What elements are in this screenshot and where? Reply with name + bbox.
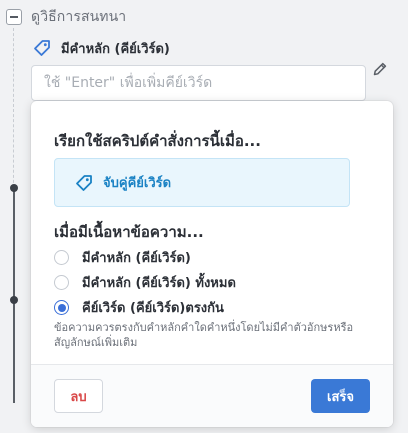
delete-button[interactable]: ลบ bbox=[54, 379, 103, 413]
option-label: คีย์เวิร์ด (คีย์เวิร์ด)ตรงกัน bbox=[82, 301, 224, 316]
option-exact-match[interactable]: คีย์เวิร์ด (คีย์เวิร์ด)ตรงกัน bbox=[54, 295, 236, 320]
radio-button[interactable] bbox=[54, 275, 69, 290]
option-hint: ข้อความควรตรงกับคำหลักคำใดคำหนึ่งโดยไม่ม… bbox=[54, 321, 354, 349]
collapse-minus-icon[interactable] bbox=[6, 9, 22, 25]
done-button[interactable]: เสร็จ bbox=[311, 379, 370, 413]
tree-connector-dashed bbox=[13, 28, 14, 188]
trigger-keyword-match[interactable]: จับคู่คีย์เวิร์ด bbox=[54, 158, 350, 207]
option-label: มีคำหลัก (คีย์เวิร์ด) bbox=[82, 251, 191, 266]
keyword-label: มีคำหลัก (คีย์เวิร์ด) bbox=[61, 41, 170, 57]
keyword-input[interactable] bbox=[31, 65, 366, 101]
trigger-settings-popup: เรียกใช้สคริปต์คำสั่งการนี้เมื่อ... จับค… bbox=[31, 101, 393, 427]
tree-header: ดูวิธีการสนทนา bbox=[6, 7, 126, 27]
tree-node-dot bbox=[10, 184, 18, 192]
tag-icon bbox=[73, 172, 95, 194]
keyword-node: มีคำหลัก (คีย์เวิร์ด) bbox=[31, 37, 170, 59]
option-contains-keyword[interactable]: มีคำหลัก (คีย์เวิร์ด) bbox=[54, 245, 236, 270]
match-options: มีคำหลัก (คีย์เวิร์ด) มีคำหลัก (คีย์เวิร… bbox=[54, 245, 236, 320]
option-label: มีคำหลัก (คีย์เวิร์ด) ทั้งหมด bbox=[82, 276, 236, 291]
popup-footer: ลบ เสร็จ bbox=[31, 364, 393, 427]
pencil-icon[interactable] bbox=[372, 61, 388, 77]
radio-button-selected[interactable] bbox=[54, 300, 69, 315]
trigger-label: จับคู่คีย์เวิร์ด bbox=[103, 176, 172, 191]
tree-node-dot bbox=[10, 296, 18, 304]
option-contains-all-keywords[interactable]: มีคำหลัก (คีย์เวิร์ด) ทั้งหมด bbox=[54, 270, 236, 295]
radio-button[interactable] bbox=[54, 250, 69, 265]
tree-title: ดูวิธีการสนทนา bbox=[31, 9, 127, 25]
tag-icon bbox=[31, 37, 53, 59]
section-title: เมื่อมีเนื้อหาข้อความ... bbox=[54, 223, 204, 241]
popup-title: เรียกใช้สคริปต์คำสั่งการนี้เมื่อ... bbox=[54, 132, 261, 150]
